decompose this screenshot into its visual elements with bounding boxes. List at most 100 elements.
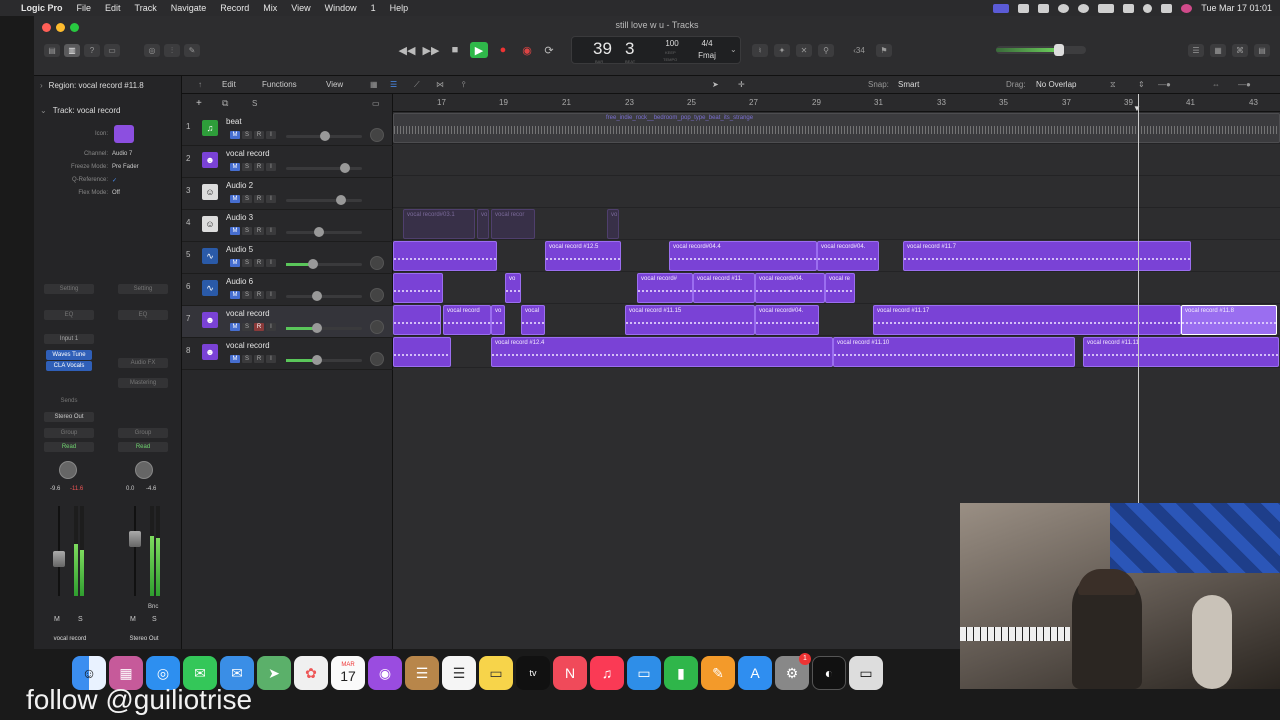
strip2-setting-button[interactable]: Setting: [118, 284, 168, 294]
forward-button[interactable]: ▶▶: [422, 42, 440, 58]
selected-audio-region[interactable]: vocal record #11.8: [1181, 305, 1277, 335]
channel-value[interactable]: Audio 7: [112, 151, 132, 157]
track-name[interactable]: vocal record: [226, 341, 270, 350]
mute-button[interactable]: M: [230, 131, 240, 139]
screen-record-icon[interactable]: [993, 3, 1010, 13]
audio-region[interactable]: vocal recor: [491, 209, 535, 239]
track-volume-slider[interactable]: [286, 323, 362, 333]
keynote-icon[interactable]: ▭: [627, 656, 661, 690]
list-editors-button[interactable]: ☰: [1188, 44, 1204, 57]
moon-icon[interactable]: [1058, 3, 1070, 13]
play-button[interactable]: ▶: [470, 42, 488, 58]
audio-region[interactable]: [393, 337, 451, 367]
shield-icon[interactable]: [1038, 3, 1050, 13]
control-center-icon[interactable]: [1161, 3, 1173, 13]
numbers-icon[interactable]: ▮: [664, 656, 698, 690]
stop-button[interactable]: ■: [446, 42, 464, 58]
strip2-audiofx-slot[interactable]: Audio FX: [118, 358, 168, 368]
maps-icon[interactable]: ➤: [257, 656, 291, 690]
strip1-setting-button[interactable]: Setting: [44, 284, 94, 294]
track-row-1[interactable]: 1 ♫ beat M S R I: [182, 114, 393, 146]
audio-region[interactable]: [393, 305, 441, 335]
input-monitor-button[interactable]: I: [266, 291, 276, 299]
mixer-button[interactable]: ⫶: [164, 44, 180, 57]
horizontal-zoom-icon[interactable]: ⇔: [1212, 80, 1220, 89]
folder-icon[interactable]: ▭: [372, 99, 380, 108]
record-enable-button[interactable]: R: [254, 163, 264, 171]
lcd-key[interactable]: Fmaj: [696, 51, 718, 60]
audio-region[interactable]: vocal record#: [637, 273, 693, 303]
lcd-tempo[interactable]: 100: [660, 39, 684, 48]
record-enable-button[interactable]: R: [254, 323, 264, 331]
flex-icon[interactable]: ⋈: [436, 80, 444, 89]
pointer-tool-icon[interactable]: ➤: [712, 80, 719, 89]
quick-help-button[interactable]: ?: [84, 44, 100, 57]
notes-icon[interactable]: ▭: [479, 656, 513, 690]
strip1-volume-fader[interactable]: [53, 551, 65, 567]
tuner-button[interactable]: ♮: [752, 44, 768, 57]
input-monitor-button[interactable]: I: [266, 131, 276, 139]
record-enable-button[interactable]: R: [254, 131, 264, 139]
strip2-pan-knob[interactable]: [135, 461, 153, 479]
strip2-bounce-button[interactable]: Bnc: [148, 604, 158, 610]
strip2-solo-button[interactable]: S: [152, 616, 157, 623]
menu-window[interactable]: Window: [318, 3, 364, 13]
view-menu[interactable]: View: [326, 80, 343, 89]
menubar-clock[interactable]: Tue Mar 17 01:01: [1201, 3, 1272, 13]
photos-icon[interactable]: ✿: [294, 656, 328, 690]
strip1-output-slot[interactable]: Stereo Out: [44, 412, 94, 422]
track-row-5[interactable]: 5 ∿ Audio 5 M S R I: [182, 242, 393, 274]
master-tuning-button[interactable]: ⚑: [876, 44, 892, 57]
drag-dropdown[interactable]: No Overlap: [1036, 80, 1076, 89]
audio-region[interactable]: vocal record#04.: [755, 305, 819, 335]
track-name[interactable]: vocal record: [226, 149, 270, 158]
track-inspector-header[interactable]: ⌄ Track: vocal record: [40, 106, 120, 115]
audio-region[interactable]: vocal record#04.: [755, 273, 825, 303]
library-button[interactable]: ▤: [44, 44, 60, 57]
track-row-3[interactable]: 3 ☺ Audio 2 M S R I: [182, 178, 393, 210]
list-view-icon[interactable]: ☰: [390, 80, 397, 89]
toolbar-toggle-button[interactable]: ▭: [104, 44, 120, 57]
track-volume-slider[interactable]: [286, 195, 362, 205]
edit-menu[interactable]: Edit: [222, 80, 236, 89]
strip1-group-slot[interactable]: Group: [44, 428, 94, 438]
music-icon[interactable]: ♫: [590, 656, 624, 690]
strip1-mute-button[interactable]: M: [54, 616, 60, 623]
count-in-button[interactable]: ✕: [796, 44, 812, 57]
toolbox-icon[interactable]: [1018, 3, 1030, 13]
logic-pro-icon[interactable]: ◐: [812, 656, 846, 690]
audio-region[interactable]: vocal record#04.4: [669, 241, 817, 271]
track-name[interactable]: Audio 6: [226, 277, 253, 286]
strip2-mastering-button[interactable]: Mastering: [118, 378, 168, 388]
record-enable-button[interactable]: R: [254, 291, 264, 299]
menu-file[interactable]: File: [70, 3, 99, 13]
input-monitor-button[interactable]: I: [266, 163, 276, 171]
play-circle-icon[interactable]: [1078, 3, 1090, 13]
input-monitor-button[interactable]: I: [266, 195, 276, 203]
solo-button[interactable]: S: [242, 291, 252, 299]
strip1-solo-button[interactable]: S: [78, 616, 83, 623]
add-track-button[interactable]: +: [196, 98, 202, 109]
track-pan-knob[interactable]: [370, 256, 384, 270]
mute-button[interactable]: M: [230, 323, 240, 331]
back-arrow-icon[interactable]: ↑: [198, 80, 202, 89]
track-pan-knob[interactable]: [370, 288, 384, 302]
track-row-7[interactable]: 7 ☻ vocal record M S R I: [182, 306, 393, 338]
browser-button[interactable]: ▤: [1254, 44, 1270, 57]
strip2-volume-fader[interactable]: [129, 531, 141, 547]
vertical-zoom-slider[interactable]: —●: [1158, 80, 1171, 89]
audio-region[interactable]: vo: [477, 209, 489, 239]
track-row-8[interactable]: 8 ☻ vocal record M S R I: [182, 338, 393, 370]
lcd-menu-chevron-icon[interactable]: ⌄: [730, 45, 737, 54]
track-row-4[interactable]: 4 ☺ Audio 3 M S R I: [182, 210, 393, 242]
audio-region[interactable]: vocal record#04.: [817, 241, 879, 271]
strip2-eq-button[interactable]: EQ: [118, 310, 168, 320]
loop-browser-button[interactable]: ⌘: [1232, 44, 1248, 57]
global-solo-button[interactable]: S: [252, 99, 257, 108]
track-row-6[interactable]: 6 ∿ Audio 6 M S R I: [182, 274, 393, 306]
track-pan-knob[interactable]: [370, 320, 384, 334]
menu-track[interactable]: Track: [128, 3, 164, 13]
mute-button[interactable]: M: [230, 163, 240, 171]
solo-button[interactable]: S: [242, 163, 252, 171]
inspector-button[interactable]: ▥: [64, 44, 80, 57]
